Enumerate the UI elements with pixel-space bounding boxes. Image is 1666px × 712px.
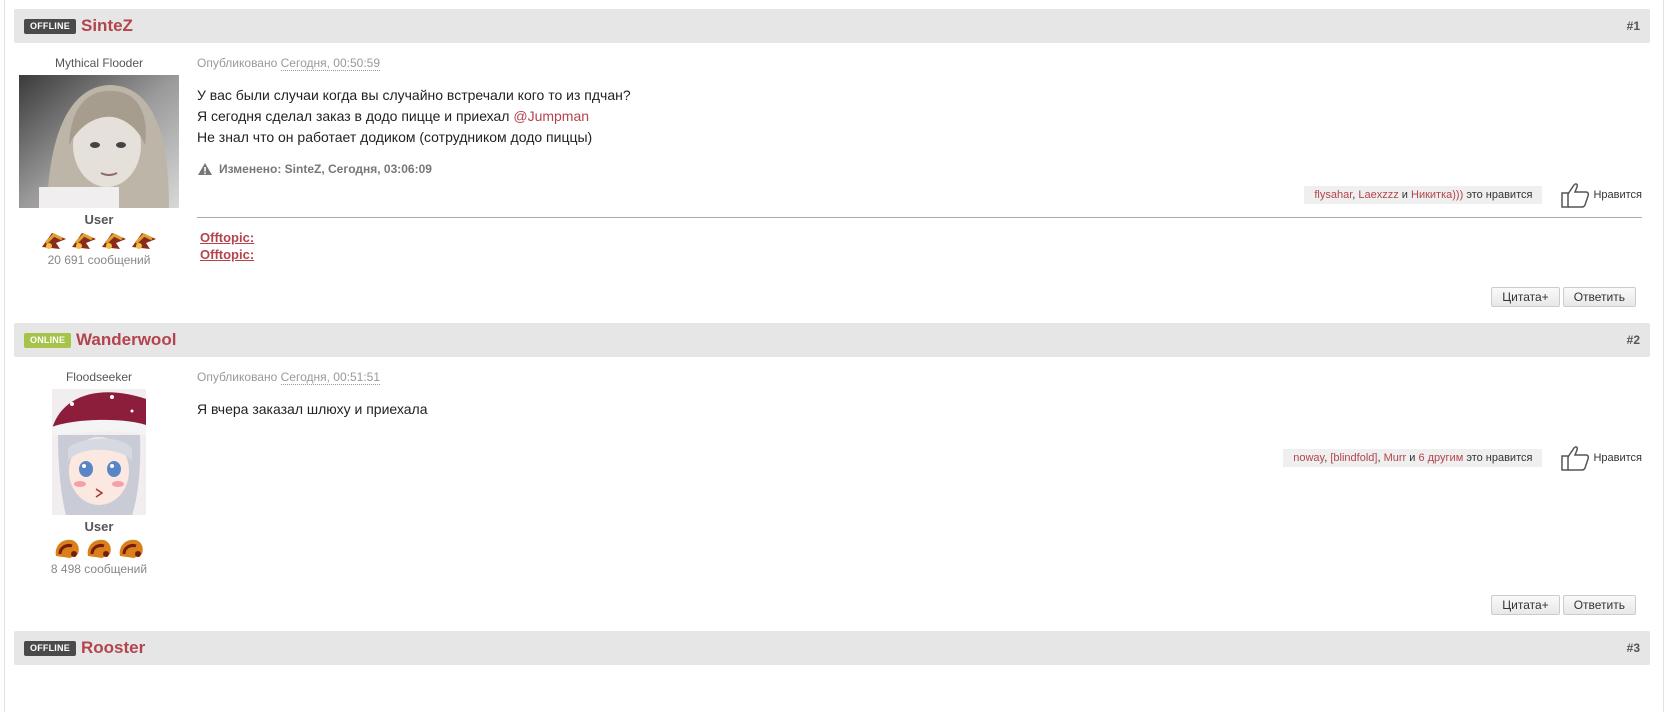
post-date: Опубликовано Сегодня, 00:51:51	[197, 370, 1642, 385]
status-badge: OFFLINE	[24, 19, 76, 34]
avatar[interactable]	[19, 75, 179, 208]
warning-triangle-icon	[198, 163, 212, 175]
likes-row: noway, [blindfold], Murr и 6 другим это …	[1283, 445, 1642, 471]
post-text-line: Не знал что он работает додиком (сотрудн…	[197, 129, 593, 145]
post-actions: Цитата+ Ответить	[1491, 595, 1636, 615]
likes-summary: flysahar, Laexzzz и Никитка))) это нрави…	[1304, 186, 1543, 204]
post-text-segment: Я сегодня сделал заказ в додо пицце и пр…	[197, 108, 514, 124]
likes-and: и	[1406, 452, 1419, 464]
user-info: Mythical Flooder User 20 691 сообщений	[14, 56, 184, 267]
award-medal-icon	[55, 539, 79, 558]
published-label: Опубликовано	[197, 370, 278, 384]
post-body: Опубликовано Сегодня, 00:51:51 Я вчера з…	[197, 370, 1642, 420]
award-medal-icon	[72, 233, 96, 249]
quote-button[interactable]: Цитата+	[1491, 287, 1560, 307]
thumbs-up-icon	[1561, 183, 1590, 208]
mention-link[interactable]: @Jumpman	[513, 108, 589, 124]
published-date[interactable]: Сегодня, 00:50:59	[280, 56, 380, 71]
award-medal-icon	[102, 233, 126, 249]
liker-link[interactable]: [blindfold]	[1330, 452, 1377, 464]
user-group: User	[84, 212, 114, 227]
likes-suffix: это нравится	[1463, 189, 1533, 201]
user-post-count: 8 498 сообщений	[50, 562, 148, 576]
award-medal-icon	[87, 539, 111, 558]
like-button-label: Нравится	[1593, 189, 1642, 201]
post-actions: Цитата+ Ответить	[1491, 287, 1636, 307]
user-group: User	[84, 519, 114, 534]
post-3: OFFLINE Rooster #3	[14, 631, 1650, 665]
avatar[interactable]	[52, 389, 146, 515]
signature-divider	[197, 217, 1642, 218]
like-button[interactable]: Нравится	[1560, 445, 1642, 471]
post-1: OFFLINE SinteZ #1 Mythical Flooder User	[14, 9, 1650, 307]
user-post-count: 20 691 сообщений	[47, 253, 151, 267]
author-name-link[interactable]: SinteZ	[81, 16, 133, 36]
published-label: Опубликовано	[197, 56, 278, 70]
post-date: Опубликовано Сегодня, 00:50:59	[197, 56, 1642, 71]
post-header: ONLINE Wanderwool #2	[14, 323, 1650, 357]
like-button[interactable]: Нравится	[1560, 182, 1642, 208]
status-badge: ONLINE	[24, 333, 72, 348]
medals	[14, 229, 184, 251]
post-text: У вас были случаи когда вы случайно встр…	[197, 85, 1642, 148]
post-body: Опубликовано Сегодня, 00:50:59 У вас был…	[197, 56, 1642, 176]
user-info: Floodseeker User 8 498 сообщений	[14, 370, 184, 576]
author-name-link[interactable]: Rooster	[81, 638, 145, 658]
offtopic-toggle[interactable]: Offtopic:	[200, 246, 254, 263]
reply-button[interactable]: Ответить	[1562, 287, 1636, 307]
likes-summary: noway, [blindfold], Murr и 6 другим это …	[1283, 449, 1543, 467]
status-badge: OFFLINE	[24, 641, 76, 656]
like-button-label: Нравится	[1593, 452, 1642, 464]
reply-button[interactable]: Ответить	[1562, 595, 1636, 615]
post-text-line: Я сегодня сделал заказ в додо пицце и пр…	[197, 106, 1642, 127]
user-rank: Mythical Flooder	[54, 56, 144, 70]
liker-link[interactable]: flysahar	[1314, 189, 1352, 201]
post-number-link[interactable]: #2	[1627, 333, 1640, 347]
offtopic-toggle[interactable]: Offtopic:	[200, 229, 254, 246]
likes-others-link[interactable]: 6 другим	[1418, 452, 1463, 464]
post-header: OFFLINE Rooster #3	[14, 631, 1650, 665]
user-rank: Floodseeker	[65, 370, 133, 384]
post-header: OFFLINE SinteZ #1	[14, 9, 1650, 43]
likes-row: flysahar, Laexzzz и Никитка))) это нрави…	[1304, 182, 1642, 208]
likes-and: и	[1398, 189, 1412, 201]
post-number-link[interactable]: #1	[1627, 19, 1640, 33]
post-text-line: Я вчера заказал шлюху и приехала	[197, 401, 428, 417]
award-medal-icon	[119, 539, 143, 558]
published-date[interactable]: Сегодня, 00:51:51	[280, 370, 380, 385]
thumbs-up-icon	[1561, 446, 1590, 471]
award-medal-icon	[132, 233, 156, 249]
edited-text: Изменено: SinteZ, Сегодня, 03:06:09	[219, 162, 432, 176]
liker-link[interactable]: Murr	[1384, 452, 1407, 464]
liker-link[interactable]: Laexzzz	[1358, 189, 1398, 201]
edited-note: Изменено: SinteZ, Сегодня, 03:06:09	[197, 162, 1642, 176]
likes-suffix: это нравится	[1463, 452, 1533, 464]
author-name-link[interactable]: Wanderwool	[76, 330, 176, 350]
liker-link[interactable]: Никитка)))	[1411, 189, 1463, 201]
award-medal-icon	[42, 233, 66, 249]
quote-button[interactable]: Цитата+	[1491, 595, 1560, 615]
post-number-link[interactable]: #3	[1627, 641, 1640, 655]
liker-link[interactable]: noway	[1293, 452, 1324, 464]
post-text-line: У вас были случаи когда вы случайно встр…	[197, 87, 631, 103]
post-text: Я вчера заказал шлюху и приехала	[197, 399, 1642, 420]
medals	[14, 536, 184, 560]
post-2: ONLINE Wanderwool #2 Floodseeker User 8 …	[14, 323, 1650, 615]
